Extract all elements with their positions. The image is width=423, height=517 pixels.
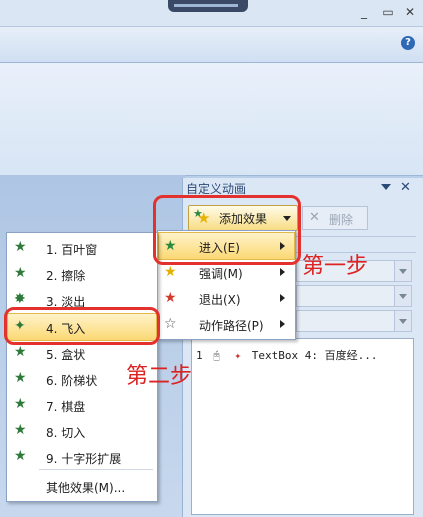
remove-star-icon: ✕ (309, 210, 320, 225)
menu-item-exit[interactable]: ★ 退出(X) (159, 285, 294, 311)
property-dropdown[interactable] (296, 285, 412, 307)
effect-label: 8. 切入 (46, 426, 86, 440)
chevron-down-icon (394, 286, 411, 306)
restore-button[interactable]: ▭ (380, 4, 396, 20)
menu-item-label: 强调(M) (199, 267, 243, 281)
more-effects-item[interactable]: 其他效果(M)... (8, 473, 156, 499)
submenu-arrow-icon (280, 294, 285, 302)
green-star-icon: ★ (14, 239, 27, 255)
effect-label: 5. 盒状 (46, 348, 86, 362)
minimize-button[interactable]: _ (356, 4, 372, 20)
step1-annotation: 第一步 (302, 254, 369, 279)
menu-divider (39, 469, 153, 470)
submenu-arrow-icon (280, 268, 285, 276)
pane-close-button[interactable]: ✕ (400, 180, 411, 195)
menu-item-label: 退出(X) (199, 293, 241, 307)
close-window-button[interactable]: ✕ (402, 4, 418, 20)
ribbon-body (0, 62, 423, 176)
effect-item-blinds[interactable]: ★ 1. 百叶窗 (8, 235, 156, 261)
effect-label: 6. 阶梯状 (46, 374, 98, 388)
speed-dropdown[interactable] (296, 310, 412, 332)
step2-annotation: 第二步 (126, 364, 193, 389)
effect-label: 7. 棋盘 (46, 400, 86, 414)
fly-in-effect-icon: ✦ (234, 349, 242, 362)
step2-highlight-oval (4, 307, 160, 345)
submenu-arrow-icon (280, 320, 285, 328)
green-star-icon: ★ (14, 344, 27, 360)
green-star-icon: ★ (14, 265, 27, 281)
mouse-click-icon: 🖰 (213, 349, 220, 362)
pane-options-chevron-icon[interactable] (381, 184, 391, 190)
green-star-icon: ★ (14, 396, 27, 412)
effect-item-plus[interactable]: ★ 9. 十字形扩展 (8, 444, 156, 470)
menu-item-label: 动作路径(P) (199, 319, 264, 333)
more-effects-label: 其他效果(M)... (46, 481, 126, 495)
effect-item-wipe[interactable]: ★ 2. 擦除 (8, 261, 156, 287)
animation-order-number: 1 (196, 349, 203, 362)
chevron-down-icon (394, 261, 411, 281)
green-star-icon: ★ (14, 448, 27, 464)
effect-item-cut[interactable]: ★ 8. 切入 (8, 418, 156, 444)
animation-list[interactable]: 1 🖰 ✦ TextBox 4: 百度经... (191, 338, 414, 515)
help-icon[interactable]: ? (401, 36, 415, 50)
effect-label: 9. 十字形扩展 (46, 452, 122, 466)
effect-item-checkerboard[interactable]: ★ 7. 棋盘 (8, 392, 156, 418)
green-star-icon: ✸ (14, 291, 26, 307)
chevron-down-icon (394, 311, 411, 331)
effect-label: 1. 百叶窗 (46, 243, 98, 257)
menu-item-motion-path[interactable]: ☆ 动作路径(P) (159, 311, 294, 337)
outline-star-icon: ☆ (164, 316, 177, 332)
green-star-icon: ★ (14, 370, 27, 386)
ribbon-tab-strip (0, 26, 423, 63)
remove-button[interactable]: ✕ 删除 (302, 206, 368, 230)
step1-highlight-oval (153, 195, 301, 265)
yellow-star-icon: ★ (164, 264, 177, 280)
animation-item-text: TextBox 4: 百度经... (251, 349, 378, 362)
green-star-icon: ★ (14, 422, 27, 438)
title-bar-scroll-indicator (168, 0, 248, 12)
remove-label: 删除 (329, 213, 354, 227)
animation-list-item[interactable]: 1 🖰 ✦ TextBox 4: 百度经... (196, 347, 377, 363)
effect-label: 2. 擦除 (46, 269, 86, 283)
red-star-icon: ★ (164, 290, 177, 306)
